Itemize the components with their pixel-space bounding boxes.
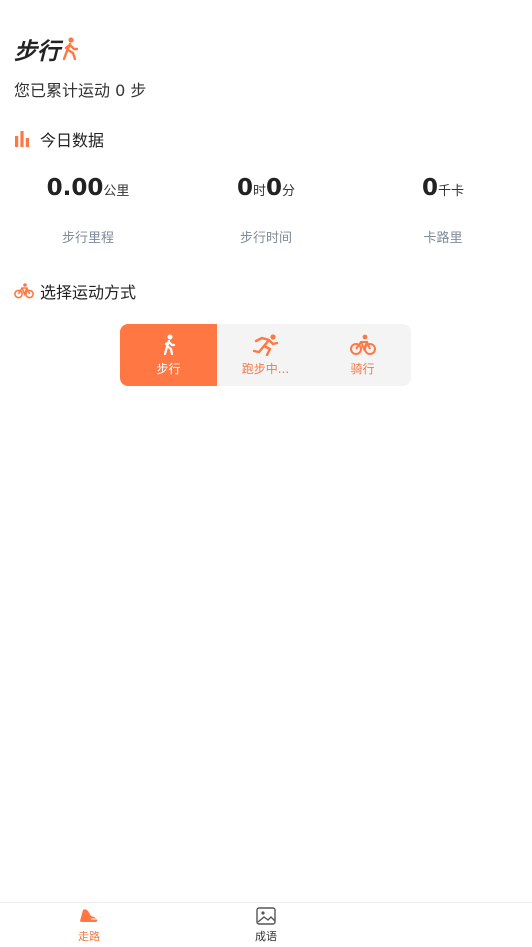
minutes-unit: 分 bbox=[282, 184, 296, 199]
tab-idiom-label: 成语 bbox=[255, 930, 277, 943]
hours-value: 0 bbox=[236, 175, 253, 201]
mode-cycle-button[interactable]: 骑行 bbox=[314, 324, 411, 386]
hours-unit: 时 bbox=[252, 184, 266, 199]
running-icon bbox=[252, 333, 278, 356]
mode-selector: 步行 跑步中... 骑行 bbox=[120, 324, 411, 386]
calories-value: 0 bbox=[421, 175, 438, 201]
mode-section-header: 选择运动方式 bbox=[14, 282, 136, 300]
page-title: 步行 bbox=[14, 32, 78, 66]
bicycle-icon bbox=[14, 282, 34, 300]
mode-cycle-label: 骑行 bbox=[350, 361, 375, 376]
walking-person-icon bbox=[62, 37, 78, 61]
distance-unit: 公里 bbox=[103, 184, 130, 199]
distance-label: 步行里程 bbox=[61, 231, 114, 246]
tab-walk-label: 走路 bbox=[78, 930, 100, 943]
calories-label: 卡路里 bbox=[423, 231, 463, 246]
mode-run-button[interactable]: 跑步中... bbox=[217, 324, 314, 386]
cycling-icon bbox=[349, 334, 376, 355]
tab-idiom[interactable]: 成语 bbox=[236, 907, 296, 944]
time-stat: 0时0分 步行时间 bbox=[186, 175, 346, 246]
tab-walk[interactable]: 走路 bbox=[59, 907, 119, 944]
today-data-title: 今日数据 bbox=[40, 131, 105, 150]
total-steps-text: 您已累计运动 0 步 bbox=[14, 81, 147, 100]
bar-chart-icon bbox=[14, 130, 34, 148]
time-label: 步行时间 bbox=[239, 231, 292, 246]
mode-run-label: 跑步中... bbox=[241, 361, 290, 376]
image-icon bbox=[256, 907, 276, 925]
distance-value: 0.00 bbox=[46, 175, 104, 201]
bottom-tab-bar: 走路 成语 bbox=[0, 902, 532, 947]
calories-unit: 千卡 bbox=[438, 184, 465, 199]
mode-section-title: 选择运动方式 bbox=[40, 283, 137, 300]
mode-walk-button[interactable]: 步行 bbox=[120, 324, 217, 386]
today-data-header: 今日数据 bbox=[14, 127, 104, 151]
walking-icon bbox=[163, 334, 175, 355]
page-title-text: 步行 bbox=[14, 39, 60, 65]
mode-walk-label: 步行 bbox=[156, 361, 181, 376]
calories-stat: 0千卡 卡路里 bbox=[363, 175, 523, 246]
shoe-icon bbox=[80, 909, 98, 922]
minutes-value: 0 bbox=[266, 175, 283, 201]
distance-stat: 0.00公里 步行里程 bbox=[8, 175, 168, 246]
